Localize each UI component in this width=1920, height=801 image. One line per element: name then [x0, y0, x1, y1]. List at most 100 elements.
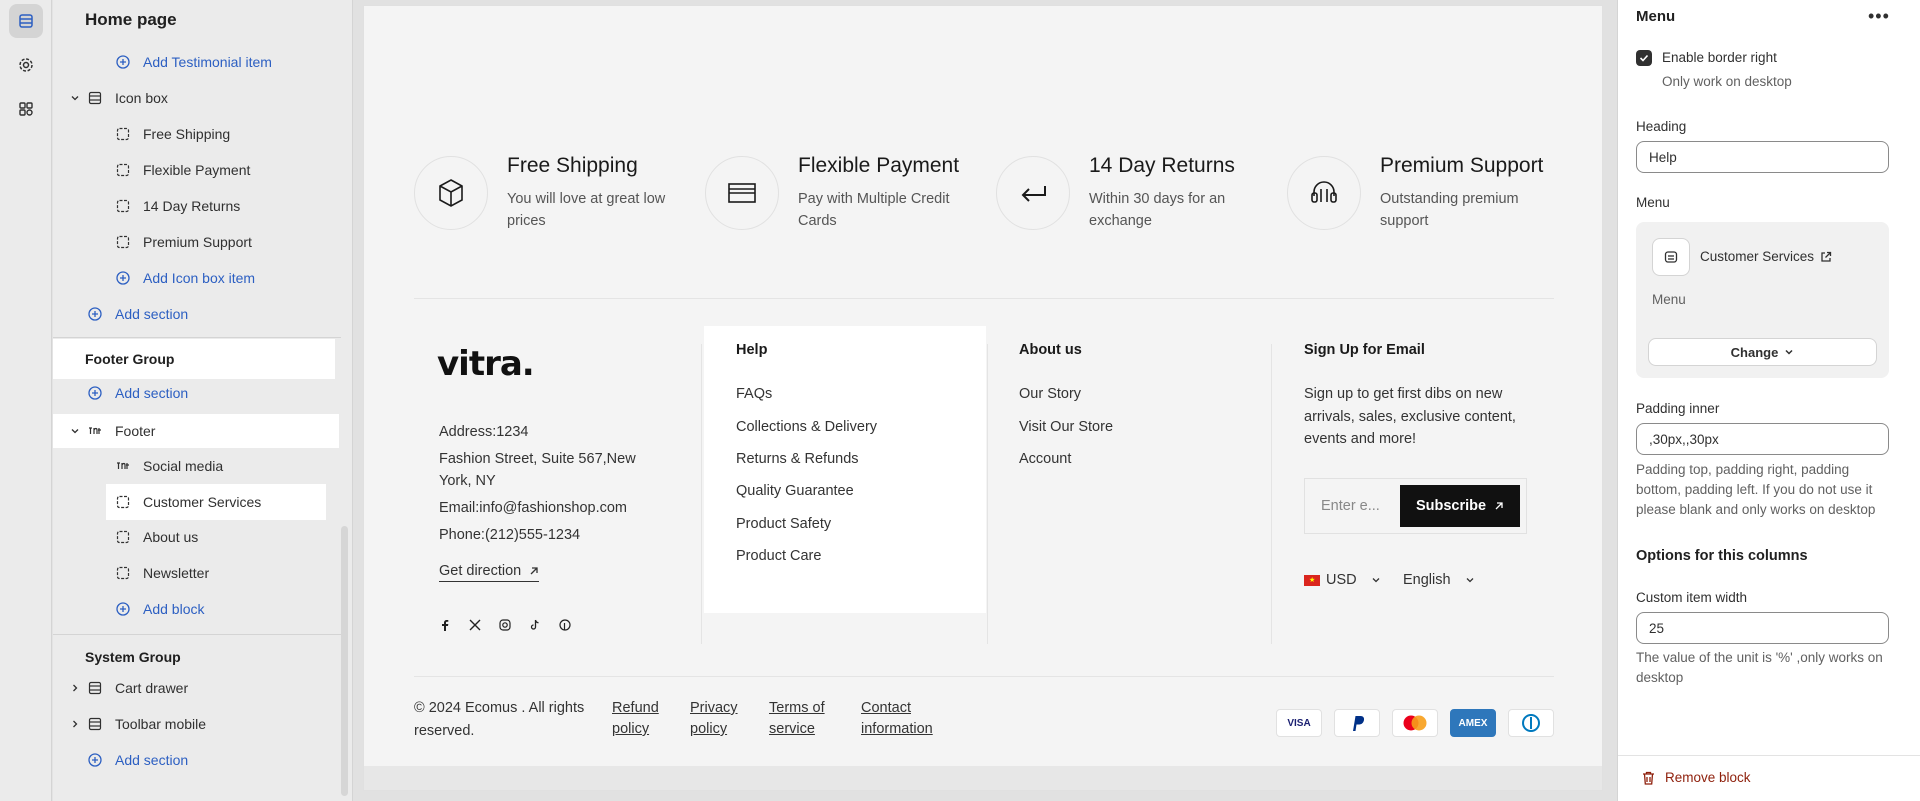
footer-group-heading: Footer Group: [53, 339, 335, 379]
currency-selector[interactable]: ★ USD: [1304, 572, 1381, 588]
sections-icon[interactable]: [9, 4, 43, 38]
plus-circle-icon: [87, 752, 103, 768]
panel-title: Menu: [1636, 8, 1676, 25]
icon-box-desc: Outstanding premium support: [1380, 191, 1519, 229]
add-section-button[interactable]: Add section: [87, 376, 188, 410]
footer-link[interactable]: FAQs: [736, 386, 772, 402]
privacy-policy-link[interactable]: Privacy policy: [690, 700, 738, 743]
footer-link[interactable]: Product Care: [736, 548, 821, 564]
custom-item-width-input[interactable]: 25: [1636, 612, 1889, 644]
x-twitter-icon[interactable]: [469, 618, 481, 636]
only-desktop-hint: Only work on desktop: [1662, 74, 1792, 89]
tree-scrollbar[interactable]: [341, 526, 348, 796]
menu-picker: Customer Services Menu Change: [1636, 222, 1889, 378]
return-arrow-icon: [996, 156, 1070, 230]
section-icon: [87, 90, 103, 106]
address-line: York, NY: [439, 473, 496, 489]
enable-border-right-checkbox[interactable]: [1636, 50, 1652, 66]
menu-name-link[interactable]: Customer Services: [1700, 249, 1832, 264]
chevron-right-icon[interactable]: [67, 683, 83, 693]
tree-item-14-day-returns[interactable]: 14 Day Returns: [115, 189, 240, 223]
refund-policy-link[interactable]: Refund policy: [612, 700, 659, 743]
page-title: Home page: [85, 10, 177, 29]
tree-item-free-shipping[interactable]: Free Shipping: [115, 117, 230, 151]
add-section-button[interactable]: Add section: [87, 743, 188, 777]
diners-club-icon: [1508, 709, 1554, 737]
copyright-text: © 2024 Ecomus . All rights: [414, 700, 585, 716]
signup-heading: Sign Up for Email: [1304, 342, 1425, 358]
change-menu-button[interactable]: Change: [1648, 338, 1877, 366]
footer-link[interactable]: Account: [1019, 451, 1071, 467]
pinterest-icon[interactable]: [559, 618, 571, 636]
menu-thumb-icon: [1652, 238, 1690, 276]
divider: [987, 344, 988, 644]
divider: [1271, 344, 1272, 644]
remove-block-button[interactable]: Remove block: [1642, 770, 1751, 785]
language-selector[interactable]: English: [1403, 572, 1475, 588]
padding-inner-label: Padding inner: [1636, 401, 1720, 416]
add-testimonial-item-button[interactable]: Add Testimonial item: [115, 45, 272, 79]
tree-item-premium-support[interactable]: Premium Support: [115, 225, 252, 259]
facebook-icon[interactable]: [439, 618, 451, 636]
tree-item-icon-box[interactable]: Icon box: [67, 81, 168, 115]
tiktok-icon[interactable]: [529, 618, 541, 636]
block-icon: [115, 494, 131, 510]
chevron-down-icon[interactable]: [67, 93, 83, 103]
footer-link[interactable]: Quality Guarantee: [736, 483, 854, 499]
block-icon: [115, 198, 131, 214]
email-input[interactable]: Enter e...: [1321, 498, 1380, 514]
social-icon: [115, 458, 131, 474]
get-direction-link[interactable]: Get direction: [439, 563, 540, 582]
chevron-down-icon[interactable]: [67, 426, 83, 436]
custom-item-width-hint: The value of the unit is '%' ,only works…: [1636, 650, 1883, 685]
section-icon: [87, 716, 103, 732]
plus-circle-icon: [115, 54, 131, 70]
copyright-text: reserved.: [414, 723, 475, 739]
chevron-right-icon[interactable]: [67, 719, 83, 729]
icon-box-desc: You will love at great low prices: [507, 191, 666, 229]
add-block-button[interactable]: Add block: [115, 592, 204, 626]
icon-box-desc: Within 30 days for an exchange: [1089, 191, 1226, 229]
enable-border-right-label: Enable border right: [1662, 50, 1777, 65]
tree-item-about-us[interactable]: About us: [115, 520, 198, 554]
add-section-button[interactable]: Add section: [87, 297, 188, 331]
subscribe-button[interactable]: Subscribe: [1400, 485, 1520, 527]
tree-item-customer-services[interactable]: Customer Services: [106, 484, 326, 520]
box-icon: [414, 156, 488, 230]
tree-item-flexible-payment[interactable]: Flexible Payment: [115, 153, 250, 187]
icon-box-title: 14 Day Returns: [1089, 154, 1235, 177]
footer-link[interactable]: Collections & Delivery: [736, 419, 877, 435]
footer-link[interactable]: Visit Our Store: [1019, 419, 1113, 435]
arrow-up-right-icon: [1495, 502, 1503, 510]
headset-icon: [1287, 156, 1361, 230]
terms-of-service-link[interactable]: Terms of service: [769, 700, 825, 743]
padding-inner-hint: Padding top, padding right, padding bott…: [1636, 462, 1876, 517]
heading-input[interactable]: Help: [1636, 141, 1889, 173]
tree-item-footer[interactable]: Footer: [53, 414, 339, 448]
about-heading: About us: [1019, 342, 1082, 358]
add-icon-box-item-button[interactable]: Add Icon box item: [115, 261, 255, 295]
padding-inner-input[interactable]: ,30px,,30px: [1636, 423, 1889, 455]
footer-link[interactable]: Returns & Refunds: [736, 451, 859, 467]
tree-item-social-media[interactable]: Social media: [115, 449, 223, 483]
instagram-icon[interactable]: [499, 618, 511, 636]
tree-item-newsletter[interactable]: Newsletter: [115, 556, 209, 590]
signup-text: Sign up to get first dibs on new: [1304, 386, 1503, 402]
tree-item-cart-drawer[interactable]: Cart drawer: [67, 671, 188, 705]
contact-information-link[interactable]: Contact information: [861, 700, 933, 743]
more-options-icon[interactable]: •••: [1868, 6, 1890, 27]
help-column[interactable]: Help FAQs Collections & Delivery Returns…: [704, 326, 986, 613]
checkmark-icon: [1639, 54, 1649, 62]
address-line: Fashion Street, Suite 567,New: [439, 451, 636, 467]
tree-item-toolbar-mobile[interactable]: Toolbar mobile: [67, 707, 206, 741]
block-icon: [115, 162, 131, 178]
apps-icon[interactable]: [9, 92, 43, 126]
gear-icon[interactable]: [9, 48, 43, 82]
section-tree: Home page Add Testimonial item Icon box …: [53, 0, 353, 801]
footer-link[interactable]: Product Safety: [736, 516, 831, 532]
footer-link[interactable]: Our Story: [1019, 386, 1081, 402]
options-heading: Options for this columns: [1636, 548, 1808, 564]
card-icon: [705, 156, 779, 230]
heading-label: Heading: [1636, 119, 1687, 134]
custom-item-width-label: Custom item width: [1636, 590, 1748, 605]
